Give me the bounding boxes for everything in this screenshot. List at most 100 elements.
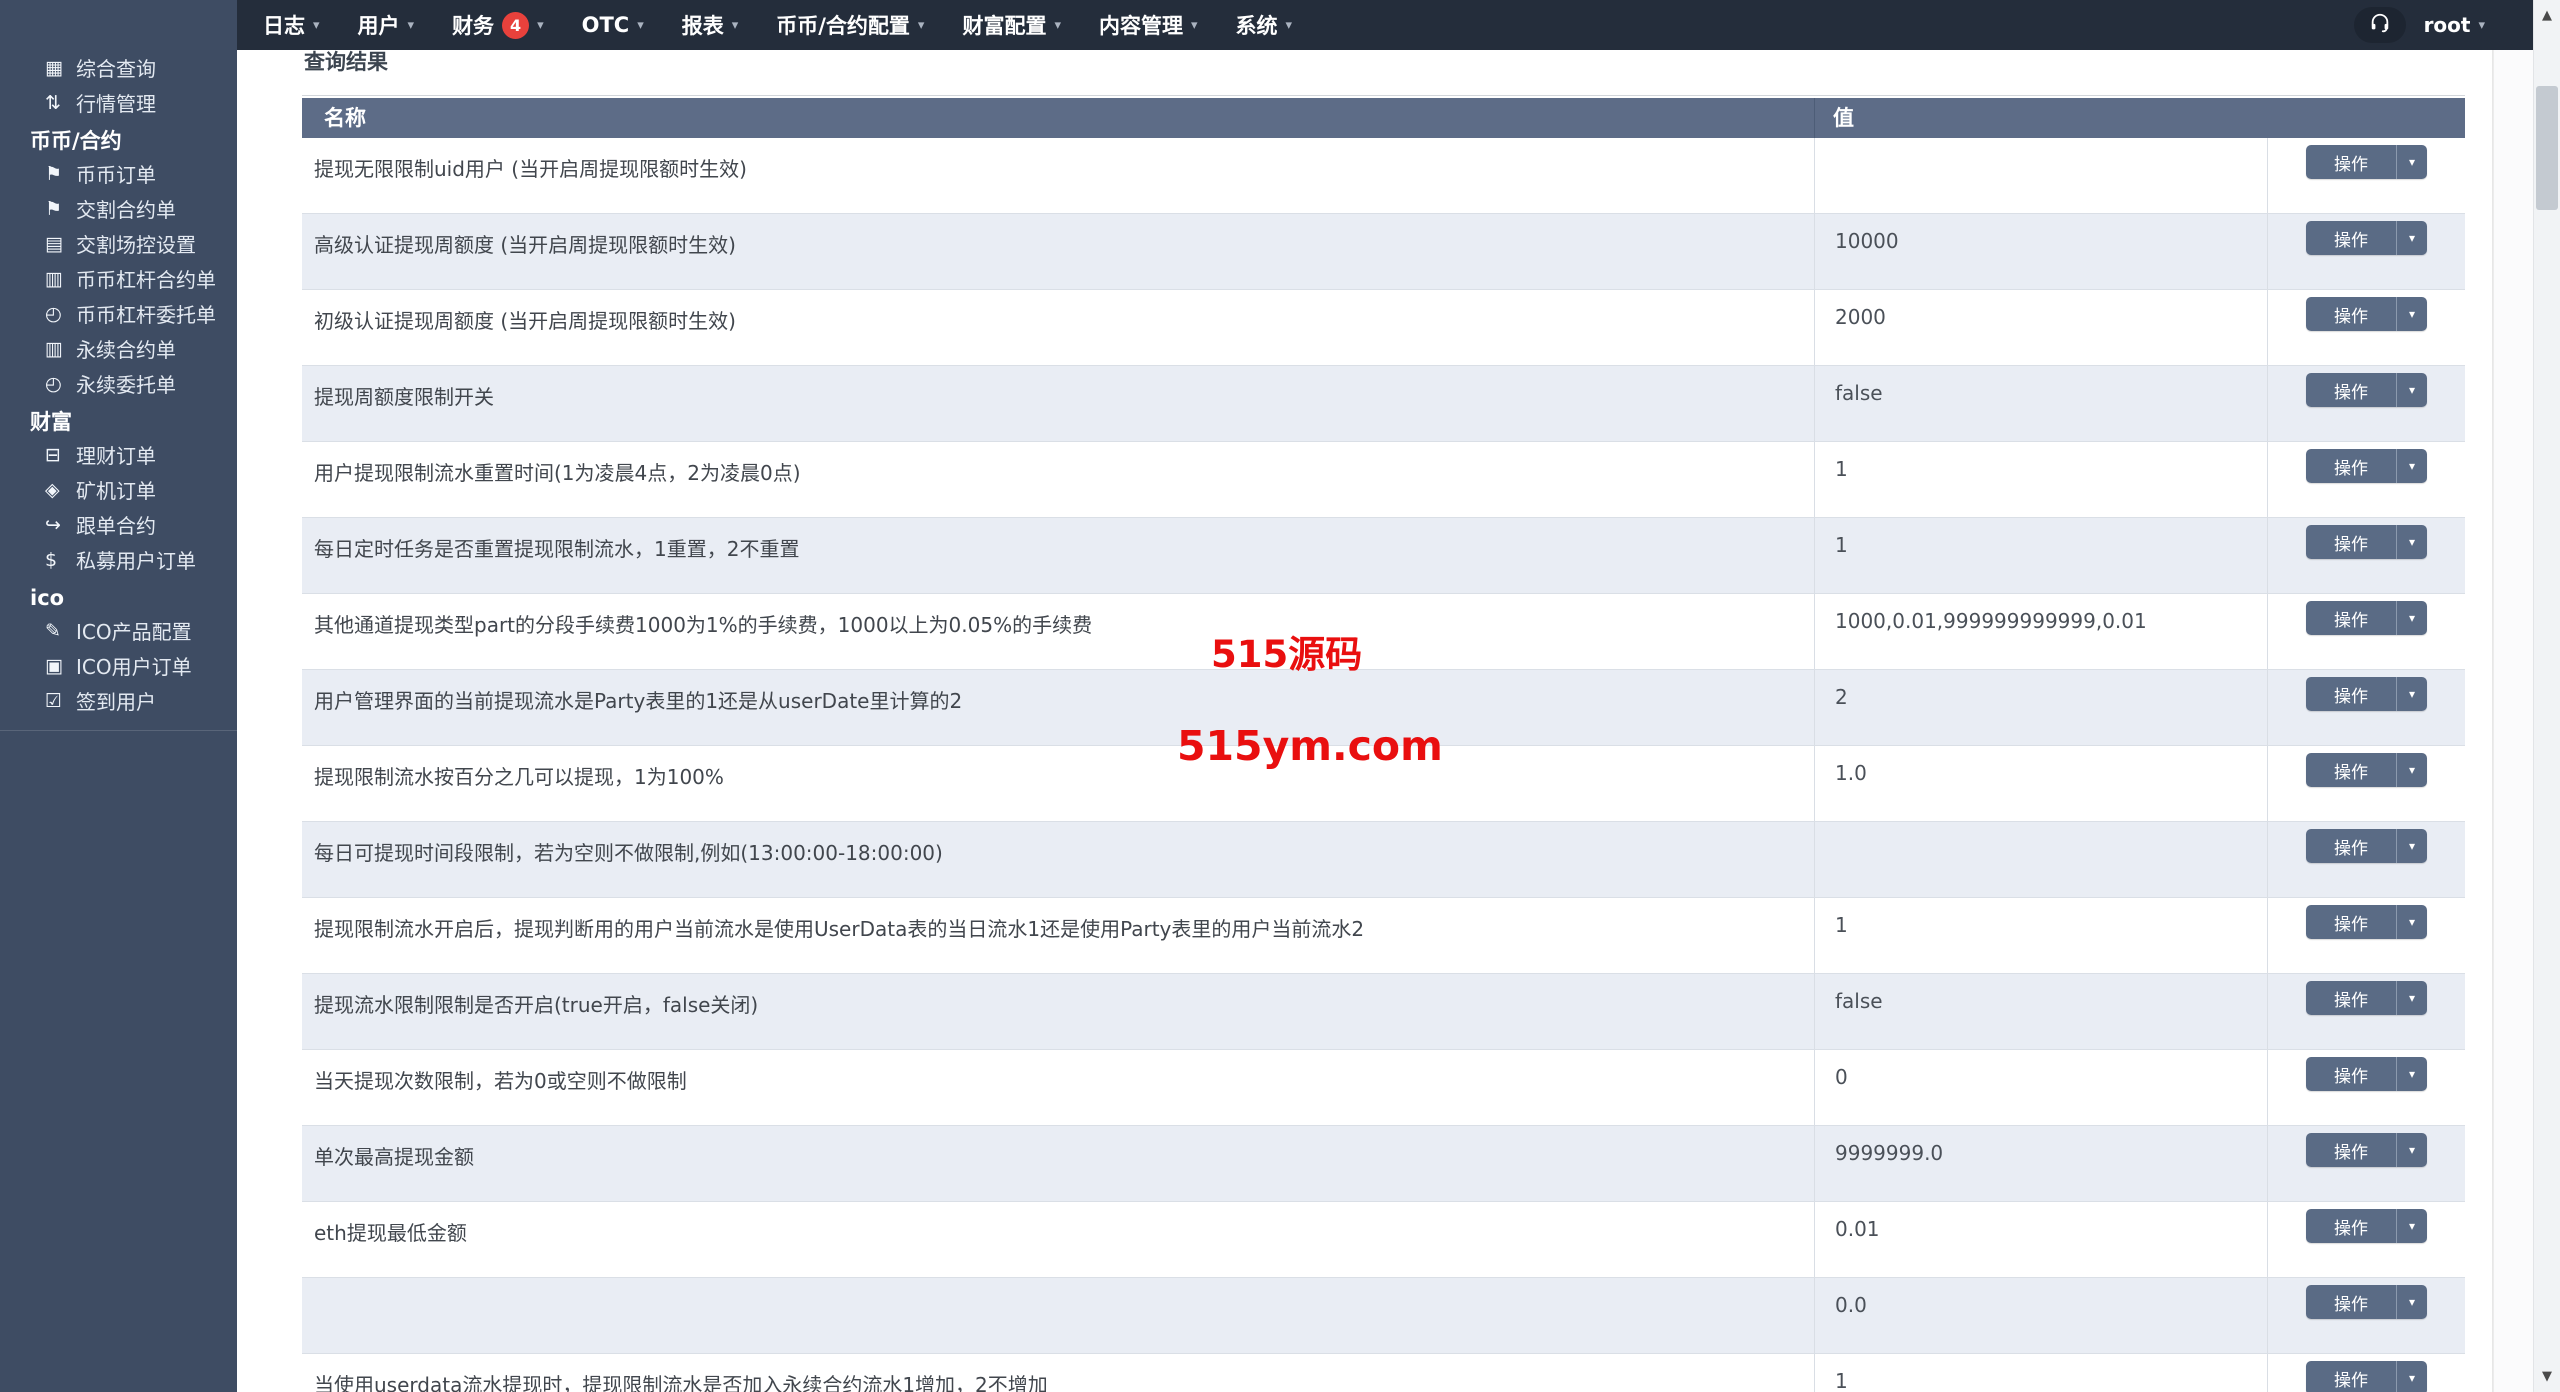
nav-item-label: 财富配置 xyxy=(962,10,1046,40)
action-dropdown-toggle[interactable]: ▾ xyxy=(2396,221,2427,255)
nav-item-label: 币币/合约配置 xyxy=(776,10,910,40)
action-button[interactable]: 操作 xyxy=(2306,981,2396,1015)
nav-item-coin-contract-config[interactable]: 币币/合约配置▾ xyxy=(776,10,924,40)
sidebar-item-ico-user-orders[interactable]: ▣ICO用户订单 xyxy=(0,648,237,683)
sidebar-item-comprehensive-query[interactable]: ▦综合查询 xyxy=(0,50,237,85)
nav-item-label: 财务 xyxy=(452,10,494,40)
sidebar-item-market-management[interactable]: ⇅行情管理 xyxy=(0,85,237,120)
sidebar-section-wealth: 财富 xyxy=(0,407,237,437)
action-dropdown-toggle[interactable]: ▾ xyxy=(2396,829,2427,863)
headset-icon xyxy=(2369,12,2391,38)
sidebar-item-perpetual-contract-orders[interactable]: ▥永续合约单 xyxy=(0,331,237,366)
nav-item-system[interactable]: 系统▾ xyxy=(1236,10,1293,40)
sidebar-item-coin-orders[interactable]: ⚑币币订单 xyxy=(0,156,237,191)
table-row: 单次最高提现金额9999999.0操作▾ xyxy=(302,1126,2465,1202)
sidebar-item-delivery-contract-orders[interactable]: ⚑交割合约单 xyxy=(0,191,237,226)
sidebar-item-private-placement-orders[interactable]: $私募用户订单 xyxy=(0,542,237,577)
sidebar-item-delivery-risk-settings[interactable]: ▤交割场控设置 xyxy=(0,226,237,261)
chevron-down-icon: ▾ xyxy=(2409,1295,2415,1309)
sidebar-item-checkin-users[interactable]: ☑签到用户 xyxy=(0,683,237,718)
action-button[interactable]: 操作 xyxy=(2306,905,2396,939)
sidebar-item-copy-trading-contract[interactable]: ↪跟单合约 xyxy=(0,507,237,542)
table-row: 当天提现次数限制，若为0或空则不做限制0操作▾ xyxy=(302,1050,2465,1126)
vertical-scrollbar[interactable]: ▲ ▼ xyxy=(2533,0,2560,1392)
sidebar-item-label: 永续合约单 xyxy=(76,334,176,363)
sidebar-item-miner-orders[interactable]: ◈矿机订单 xyxy=(0,472,237,507)
chevron-down-icon: ▾ xyxy=(2409,839,2415,853)
setting-value: 1 xyxy=(1815,1354,2268,1392)
setting-value: 9999999.0 xyxy=(1815,1126,2268,1201)
action-button[interactable]: 操作 xyxy=(2306,753,2396,787)
action-dropdown-toggle[interactable]: ▾ xyxy=(2396,677,2427,711)
action-button[interactable]: 操作 xyxy=(2306,1361,2396,1392)
action-dropdown-toggle[interactable]: ▾ xyxy=(2396,1361,2427,1392)
action-dropdown-toggle[interactable]: ▾ xyxy=(2396,1209,2427,1243)
chevron-down-icon: ▾ xyxy=(537,18,544,33)
setting-name: 提现限制流水按百分之几可以提现，1为100% xyxy=(302,746,1815,821)
scroll-up-arrow-icon[interactable]: ▲ xyxy=(2534,8,2560,23)
action-dropdown-toggle[interactable]: ▾ xyxy=(2396,1057,2427,1091)
nav-item-otc[interactable]: OTC▾ xyxy=(582,13,644,37)
action-dropdown-toggle[interactable]: ▾ xyxy=(2396,373,2427,407)
action-button[interactable]: 操作 xyxy=(2306,221,2396,255)
action-dropdown-toggle[interactable]: ▾ xyxy=(2396,601,2427,635)
action-dropdown-toggle[interactable]: ▾ xyxy=(2396,905,2427,939)
support-button[interactable] xyxy=(2354,7,2406,43)
setting-name: 提现流水限制限制是否开启(true开启，false关闭) xyxy=(302,974,1815,1049)
sidebar-item-ico-product-config[interactable]: ✎ICO产品配置 xyxy=(0,613,237,648)
sidebar-item-perpetual-entrust-orders[interactable]: ◴永续委托单 xyxy=(0,366,237,401)
nav-item-wealth-config[interactable]: 财富配置▾ xyxy=(962,10,1061,40)
watermark-line1: 515源码 xyxy=(1211,624,1362,678)
action-button[interactable]: 操作 xyxy=(2306,677,2396,711)
sidebar-item-margin-contract-orders[interactable]: ▥币币杠杆合约单 xyxy=(0,261,237,296)
action-button[interactable]: 操作 xyxy=(2306,297,2396,331)
nav-item-users[interactable]: 用户▾ xyxy=(358,10,415,40)
table-row: 其他通道提现类型part的分段手续费1000为1%的手续费，1000以上为0.0… xyxy=(302,594,2465,670)
sidebar-item-margin-entrust-orders[interactable]: ◴币币杠杆委托单 xyxy=(0,296,237,331)
action-dropdown-toggle[interactable]: ▾ xyxy=(2396,1285,2427,1319)
nav-item-content[interactable]: 内容管理▾ xyxy=(1099,10,1198,40)
chevron-down-icon: ▾ xyxy=(2409,383,2415,397)
setting-name: 提现限制流水开启后，提现判断用的用户当前流水是使用UserData表的当日流水1… xyxy=(302,898,1815,973)
scroll-down-arrow-icon[interactable]: ▼ xyxy=(2534,1369,2560,1384)
action-button[interactable]: 操作 xyxy=(2306,373,2396,407)
chevron-down-icon: ▾ xyxy=(2409,155,2415,169)
nav-item-finance[interactable]: 财务4▾ xyxy=(452,10,544,40)
action-dropdown-toggle[interactable]: ▾ xyxy=(2396,449,2427,483)
action-button[interactable]: 操作 xyxy=(2306,145,2396,179)
chevron-down-icon: ▾ xyxy=(2409,231,2415,245)
chevron-down-icon: ▾ xyxy=(313,18,320,33)
action-dropdown-toggle[interactable]: ▾ xyxy=(2396,145,2427,179)
action-button[interactable]: 操作 xyxy=(2306,1057,2396,1091)
action-button[interactable]: 操作 xyxy=(2306,1209,2396,1243)
table-row: 提现限制流水开启后，提现判断用的用户当前流水是使用UserData表的当日流水1… xyxy=(302,898,2465,974)
table-row: 用户提现限制流水重置时间(1为凌晨4点，2为凌晨0点)1操作▾ xyxy=(302,442,2465,518)
action-dropdown-toggle[interactable]: ▾ xyxy=(2396,753,2427,787)
column-header-name: 名称 xyxy=(302,98,1815,138)
setting-value: 1 xyxy=(1815,518,2268,593)
action-button[interactable]: 操作 xyxy=(2306,449,2396,483)
action-dropdown-toggle[interactable]: ▾ xyxy=(2396,1133,2427,1167)
action-dropdown-toggle[interactable]: ▾ xyxy=(2396,525,2427,559)
setting-value xyxy=(1815,822,2268,897)
action-button[interactable]: 操作 xyxy=(2306,1133,2396,1167)
bookmark-icon: ⚑ xyxy=(45,163,76,185)
nav-item-logs[interactable]: 日志▾ xyxy=(263,10,320,40)
action-button[interactable]: 操作 xyxy=(2306,829,2396,863)
action-button[interactable]: 操作 xyxy=(2306,525,2396,559)
sidebar-section-ico: ico xyxy=(0,583,237,613)
action-button[interactable]: 操作 xyxy=(2306,1285,2396,1319)
user-menu[interactable]: root ▾ xyxy=(2424,13,2485,37)
sidebar-item-label: ICO产品配置 xyxy=(76,616,192,645)
nav-item-reports[interactable]: 报表▾ xyxy=(682,10,739,40)
action-dropdown-toggle[interactable]: ▾ xyxy=(2396,297,2427,331)
action-dropdown-toggle[interactable]: ▾ xyxy=(2396,981,2427,1015)
action-button[interactable]: 操作 xyxy=(2306,601,2396,635)
chevron-down-icon: ▾ xyxy=(2409,1143,2415,1157)
sidebar-item-label: 交割场控设置 xyxy=(76,229,196,258)
sidebar: ▦综合查询 ⇅行情管理 币币/合约 ⚑币币订单 ⚑交割合约单 ▤交割场控设置 ▥… xyxy=(0,0,237,1392)
setting-name: 当天提现次数限制，若为0或空则不做限制 xyxy=(302,1050,1815,1125)
sidebar-section-coin-contract: 币币/合约 xyxy=(0,126,237,156)
sidebar-item-wealth-orders[interactable]: ⊟理财订单 xyxy=(0,437,237,472)
scrollbar-thumb[interactable] xyxy=(2536,86,2558,210)
